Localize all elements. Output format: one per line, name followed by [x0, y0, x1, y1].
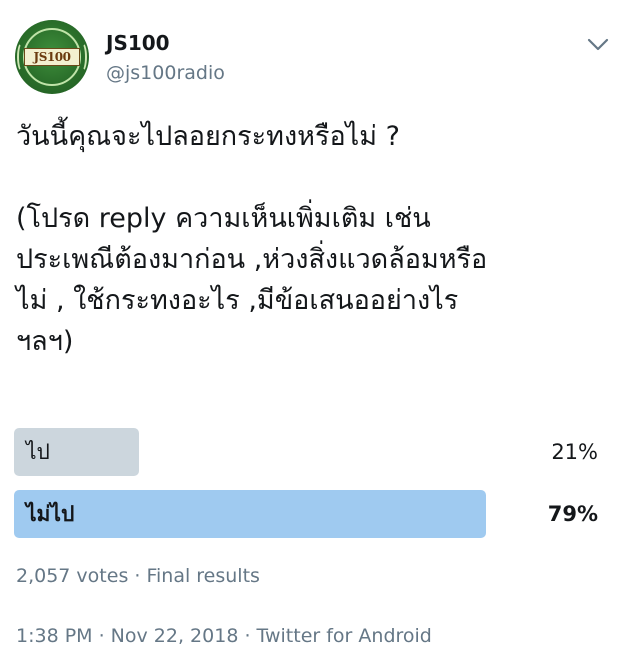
- author-handle[interactable]: @js100radio: [106, 61, 225, 85]
- avatar[interactable]: JS100: [15, 20, 89, 94]
- poll-meta: 2,057 votes · Final results: [16, 565, 260, 587]
- tweet-header: JS100 JS100 @js100radio: [0, 0, 628, 100]
- chevron-down-icon[interactable]: [584, 34, 612, 54]
- tweet-text: วันนี้คุณจะไปลอยกระทงหรือไม่ ? (โปรด rep…: [16, 121, 488, 357]
- poll-option-percent: 79%: [547, 502, 598, 526]
- poll-option-go: ไป 21%: [14, 428, 614, 476]
- poll-option-label: ไป: [26, 440, 50, 464]
- tweet-timestamp[interactable]: 1:38 PM · Nov 22, 2018 · Twitter for And…: [16, 622, 432, 650]
- poll-option-label: ไม่ไป: [26, 502, 75, 526]
- avatar-logo-text: JS100: [24, 48, 80, 66]
- poll-option-not-go: ไม่ไป 79%: [14, 490, 614, 538]
- poll: ไป 21% ไม่ไป 79%: [14, 428, 614, 552]
- poll-bar: [14, 490, 486, 538]
- poll-option-percent: 21%: [551, 440, 598, 464]
- author-display-name[interactable]: JS100: [106, 30, 170, 56]
